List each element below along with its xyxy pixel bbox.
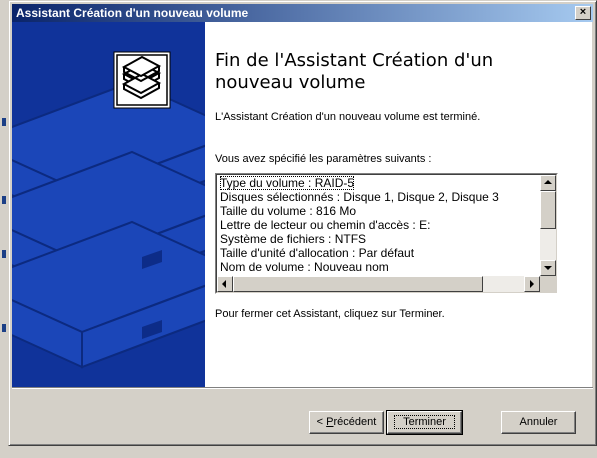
background-mark	[2, 324, 6, 332]
scroll-up-button[interactable]	[540, 175, 556, 191]
settings-line: Lettre de lecteur ou chemin d'accès : E:	[220, 218, 431, 232]
stacked-disks-icon	[113, 51, 171, 109]
scroll-right-button[interactable]	[524, 276, 540, 292]
page-title-line1: Fin de l'Assistant Création d'un	[215, 50, 494, 71]
scroll-down-button[interactable]	[540, 260, 556, 276]
page-title: Fin de l'Assistant Création d'un nouveau…	[215, 50, 575, 94]
back-button-prefix: <	[316, 416, 327, 428]
cancel-button-label: Annuler	[519, 416, 558, 428]
wizard-window: Assistant Création d'un nouveau volume ×	[8, 0, 597, 446]
settings-line: Type du volume : RAID-5	[220, 176, 355, 190]
page-title-line2: nouveau volume	[215, 72, 366, 93]
settings-line: Nom de volume : Nouveau nom	[220, 260, 389, 274]
settings-line: Système de fichiers : NTFS	[220, 232, 367, 246]
left-arrow-icon	[222, 280, 226, 288]
title-bar[interactable]: Assistant Création d'un nouveau volume ×	[12, 4, 593, 22]
scrollbar-corner	[540, 276, 556, 292]
background-mark	[2, 196, 6, 204]
settings-line: Disques sélectionnés : Disque 1, Disque …	[220, 190, 499, 204]
scroll-left-button[interactable]	[217, 276, 233, 292]
wizard-content: Fin de l'Assistant Création d'un nouveau…	[205, 22, 592, 387]
finish-button[interactable]: Terminer	[386, 410, 463, 435]
back-button-label: récédent	[333, 416, 377, 428]
settings-listbox-frame: Type du volume : RAID-5 Disques sélectio…	[216, 174, 557, 293]
completed-message: L'Assistant Création d'un nouveau volume…	[215, 111, 481, 123]
close-hint: Pour fermer cet Assistant, cliquez sur T…	[215, 308, 445, 320]
right-arrow-icon	[530, 280, 534, 288]
finish-button-label: Terminer	[394, 415, 455, 429]
settings-line: Taille d'unité d'allocation : Par défaut	[220, 246, 415, 260]
close-icon: ×	[579, 6, 587, 18]
background-mark	[2, 118, 6, 126]
settings-list: Type du volume : RAID-5 Disques sélectio…	[220, 176, 536, 274]
horizontal-scrollbar[interactable]	[217, 276, 540, 292]
up-arrow-icon	[544, 180, 552, 184]
cancel-button[interactable]: Annuler	[501, 411, 576, 434]
close-button[interactable]: ×	[575, 6, 591, 20]
vertical-scrollbar[interactable]	[540, 175, 556, 276]
params-intro: Vous avez spécifié les paramètres suivan…	[215, 153, 432, 165]
background-window-edge	[0, 0, 8, 458]
back-button[interactable]: < Précédent	[309, 411, 384, 434]
settings-line: Taille du volume : 816 Mo	[220, 204, 357, 218]
window-title: Assistant Création d'un nouveau volume	[16, 6, 249, 20]
wizard-banner	[12, 22, 205, 387]
horizontal-scroll-thumb[interactable]	[233, 276, 483, 292]
settings-listbox[interactable]: Type du volume : RAID-5 Disques sélectio…	[215, 173, 558, 294]
vertical-scroll-thumb[interactable]	[540, 191, 556, 229]
banner-disks-artwork	[12, 51, 205, 369]
footer-separator-highlight	[12, 388, 593, 389]
back-button-accelerator: P	[326, 416, 334, 428]
down-arrow-icon	[544, 266, 552, 270]
background-mark	[2, 250, 6, 258]
